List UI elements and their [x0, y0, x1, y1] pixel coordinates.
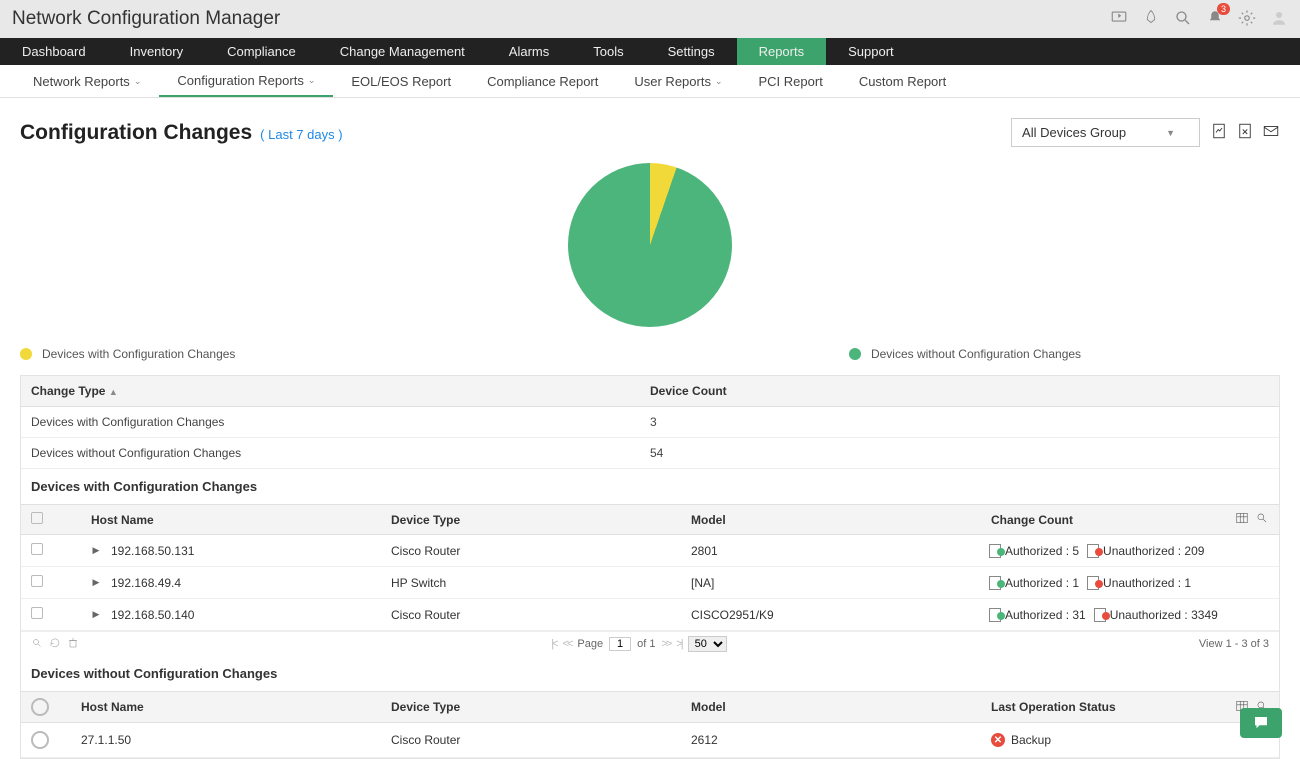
subnav-pci-report[interactable]: PCI Report [741, 65, 841, 97]
sub-nav: Network Reports⌄Configuration Reports⌄EO… [0, 65, 1300, 98]
nav-settings[interactable]: Settings [646, 38, 737, 65]
subnav-custom-report[interactable]: Custom Report [841, 65, 964, 97]
refresh-icon[interactable] [49, 637, 61, 652]
subnav-eol-eos-report[interactable]: EOL/EOS Report [333, 65, 469, 97]
bell-icon[interactable]: 3 [1206, 9, 1224, 30]
table-row[interactable]: 27.1.1.50Cisco Router2612✕Backup [21, 723, 1279, 758]
app-title: Network Configuration Manager [12, 8, 280, 30]
expand-icon[interactable]: ▶ [91, 577, 101, 588]
export-xls-icon[interactable] [1236, 122, 1254, 143]
authorized-icon [991, 578, 1001, 588]
col-model[interactable]: Model [691, 513, 991, 527]
select-all-checkbox[interactable] [31, 512, 43, 524]
delete-icon[interactable] [67, 637, 79, 652]
nav-alarms[interactable]: Alarms [487, 38, 571, 65]
rocket-icon[interactable] [1142, 9, 1160, 30]
legend-item: Devices without Configuration Changes [650, 347, 1280, 361]
pie-chart [568, 163, 732, 327]
nav-change-management[interactable]: Change Management [318, 38, 487, 65]
main-nav: DashboardInventoryComplianceChange Manag… [0, 38, 1300, 65]
legend-item: Devices with Configuration Changes [20, 347, 650, 361]
summary-row: Devices without Configuration Changes54 [21, 438, 1279, 469]
row-checkbox[interactable] [31, 543, 43, 555]
table-row[interactable]: ▶192.168.50.140Cisco RouterCISCO2951/K9A… [21, 599, 1279, 631]
user-icon[interactable] [1270, 9, 1288, 30]
page-prev[interactable]: << [563, 638, 572, 650]
nav-reports[interactable]: Reports [737, 38, 827, 65]
mail-icon[interactable] [1262, 122, 1280, 143]
col-model-2[interactable]: Model [691, 700, 991, 714]
export-pdf-icon[interactable] [1210, 122, 1228, 143]
unauthorized-icon [1089, 546, 1099, 556]
grid-columns-icon[interactable] [1235, 511, 1249, 528]
gear-icon[interactable] [1238, 9, 1256, 30]
nav-support[interactable]: Support [826, 38, 916, 65]
subnav-configuration-reports[interactable]: Configuration Reports⌄ [159, 65, 333, 97]
page-first[interactable]: |< [551, 638, 556, 650]
col-last-op[interactable]: Last Operation Status [991, 700, 1219, 714]
page-last[interactable]: >| [676, 638, 681, 650]
col-device-type[interactable]: Device Type [391, 513, 691, 527]
notification-badge: 3 [1217, 3, 1230, 15]
unauthorized-icon [1089, 578, 1099, 588]
top-icons: 3 [1110, 9, 1288, 30]
error-icon: ✕ [991, 733, 1005, 747]
filter-icon[interactable] [31, 637, 43, 652]
nav-inventory[interactable]: Inventory [108, 38, 205, 65]
chevron-down-icon: ⌄ [308, 75, 316, 86]
monitor-icon[interactable] [1110, 9, 1128, 30]
page-title: Configuration Changes [20, 121, 252, 145]
nav-tools[interactable]: Tools [571, 38, 645, 65]
chevron-down-icon: ⌄ [715, 76, 723, 87]
col-change-count[interactable]: Change Count [991, 513, 1219, 527]
search-icon[interactable] [1174, 9, 1192, 30]
expand-icon[interactable]: ▶ [91, 545, 101, 556]
chevron-down-icon: ⌄ [134, 76, 142, 87]
summary-row: Devices with Configuration Changes3 [21, 407, 1279, 438]
unauthorized-icon [1096, 610, 1106, 620]
page-next[interactable]: >> [661, 638, 670, 650]
row-checkbox[interactable] [31, 575, 43, 587]
col-device-type-2[interactable]: Device Type [391, 700, 691, 714]
section-without-changes-title: Devices without Configuration Changes [21, 656, 1279, 692]
col-change-type[interactable]: Change Type ▲ [31, 384, 650, 398]
device-group-select[interactable]: All Devices Group ▼ [1011, 118, 1200, 147]
page-subtitle: ( Last 7 days ) [260, 127, 342, 142]
col-host-name-2[interactable]: Host Name [81, 700, 391, 714]
nav-compliance[interactable]: Compliance [205, 38, 318, 65]
expand-icon[interactable]: ▶ [91, 609, 101, 620]
col-device-count[interactable]: Device Count [650, 384, 1269, 398]
subnav-compliance-report[interactable]: Compliance Report [469, 65, 616, 97]
subnav-user-reports[interactable]: User Reports⌄ [616, 65, 740, 97]
chat-fab[interactable] [1240, 708, 1282, 738]
row-radio[interactable] [31, 731, 49, 749]
col-host-name[interactable]: Host Name [91, 513, 391, 527]
grid-search-icon[interactable] [1255, 511, 1269, 528]
page-label: Page [577, 638, 603, 650]
row-checkbox[interactable] [31, 607, 43, 619]
subnav-network-reports[interactable]: Network Reports⌄ [15, 65, 159, 97]
nav-dashboard[interactable]: Dashboard [0, 38, 108, 65]
device-group-label: All Devices Group [1022, 125, 1126, 140]
table-row[interactable]: ▶192.168.50.131Cisco Router2801Authorize… [21, 535, 1279, 567]
table-row[interactable]: ▶192.168.49.4HP Switch[NA]Authorized : 1… [21, 567, 1279, 599]
authorized-icon [991, 546, 1001, 556]
chevron-down-icon: ▼ [1166, 128, 1175, 138]
page-view-info: View 1 - 3 of 3 [1199, 638, 1269, 650]
page-of: of 1 [637, 638, 655, 650]
section-with-changes-title: Devices with Configuration Changes [21, 469, 1279, 505]
page-size-select[interactable]: 50 [688, 636, 727, 652]
page-input[interactable] [609, 637, 631, 651]
select-all-radio[interactable] [31, 698, 49, 716]
authorized-icon [991, 610, 1001, 620]
